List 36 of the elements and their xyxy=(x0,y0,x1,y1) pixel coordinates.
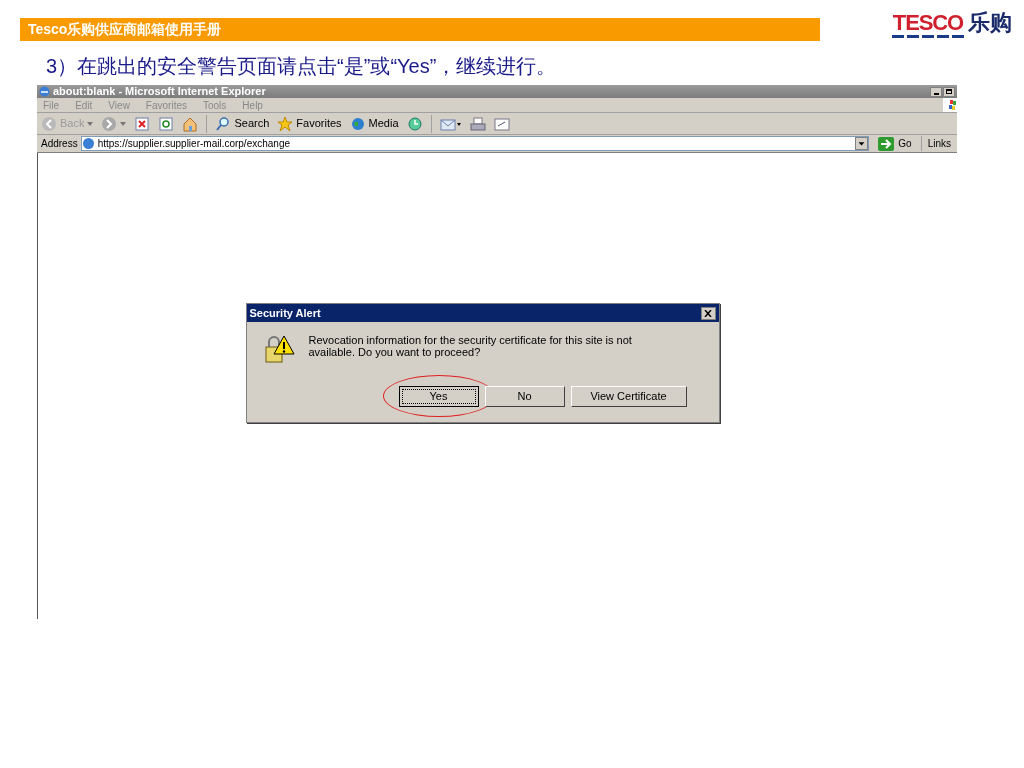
history-icon[interactable] xyxy=(406,115,423,132)
links-button[interactable]: Links xyxy=(920,136,957,151)
address-label: Address xyxy=(41,137,78,151)
edit-icon[interactable] xyxy=(493,115,510,132)
refresh-icon[interactable] xyxy=(158,115,175,132)
toolbar-button[interactable]: Search xyxy=(215,115,270,132)
dialog-message: Revocation information for the security certificate for this site is not available. Do you want to proceed? xyxy=(308,334,633,358)
header-title: Tesco乐购供应商邮箱使用手册 xyxy=(28,20,222,39)
instruction-text: 3）在跳出的安全警告页面请点击“是”或“Yes”，继续进行。 xyxy=(46,55,557,77)
windows-logo-icon xyxy=(943,98,957,112)
star-icon xyxy=(277,115,294,132)
dialog-button[interactable]: View Certificate xyxy=(570,386,687,407)
close-button[interactable] xyxy=(700,306,716,320)
globe-icon xyxy=(349,115,366,132)
minimize-button[interactable] xyxy=(930,86,942,97)
logo-stripes xyxy=(892,34,964,39)
address-field[interactable]: https://supplier.supplier-mail.corp/exchange xyxy=(80,136,870,151)
window-title: about:blank - Microsoft Internet Explorer xyxy=(53,86,266,97)
forward-button[interactable] xyxy=(101,115,118,132)
logo-wordmark: TESCO xyxy=(892,12,964,34)
search-icon xyxy=(215,115,232,132)
restore-button[interactable] xyxy=(943,86,955,97)
dialog-button[interactable]: No xyxy=(484,386,565,407)
logo-chinese: 乐购 xyxy=(968,12,1012,34)
dialog-title: Security Alert xyxy=(249,305,321,321)
home-icon[interactable] xyxy=(182,115,199,132)
padlock-warning-icon xyxy=(262,334,295,366)
printer-icon[interactable] xyxy=(469,115,486,132)
toolbar-button[interactable]: Media xyxy=(349,115,399,132)
go-button[interactable]: Go xyxy=(872,136,918,151)
stop-icon[interactable] xyxy=(134,115,151,132)
close-icon xyxy=(704,309,712,317)
arrow-right-icon xyxy=(878,136,895,151)
dialog-button[interactable]: Yes xyxy=(398,386,479,407)
browser-icon xyxy=(39,86,50,97)
toolbar-button[interactable]: Favorites xyxy=(277,115,342,132)
